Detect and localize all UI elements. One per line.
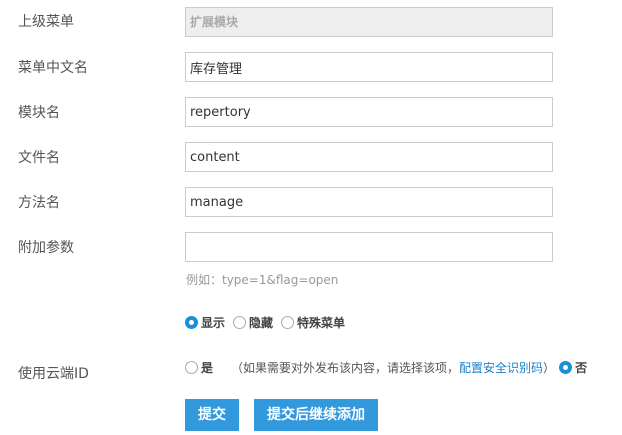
- method-name-label: 方法名: [18, 195, 60, 211]
- extra-params-input[interactable]: [185, 232, 553, 262]
- extra-params-hint: 例如：type=1&flag=open: [186, 273, 339, 287]
- radio-cloud-no-label: 否: [575, 361, 588, 375]
- module-name-input[interactable]: [185, 97, 553, 127]
- radio-hide[interactable]: 隐藏: [233, 314, 273, 331]
- radio-special-menu[interactable]: 特殊菜单: [281, 314, 345, 331]
- cloud-id-label: 使用云端ID: [18, 366, 89, 382]
- cloud-id-note-prefix: （如果需要对外发布该内容，请选择该项，: [231, 361, 460, 375]
- radio-show[interactable]: 显示: [185, 314, 225, 331]
- parent-menu-label: 上级菜单: [18, 14, 74, 30]
- radio-show-label: 显示: [201, 316, 226, 330]
- radio-cloud-yes-dot[interactable]: [185, 361, 198, 374]
- radio-hide-label: 隐藏: [249, 316, 274, 330]
- submit-continue-button[interactable]: 提交后继续添加: [254, 399, 378, 431]
- radio-hide-dot[interactable]: [233, 316, 247, 329]
- menu-name-label: 菜单中文名: [18, 60, 88, 76]
- radio-show-dot[interactable]: [185, 316, 198, 329]
- radio-cloud-yes[interactable]: 是: [185, 359, 213, 376]
- extra-params-label: 附加参数: [18, 240, 74, 256]
- radio-cloud-yes-label: 是: [201, 361, 214, 375]
- file-name-input[interactable]: [185, 142, 553, 172]
- file-name-label: 文件名: [18, 150, 60, 166]
- cloud-id-note-suffix: ）: [543, 361, 556, 375]
- method-name-input[interactable]: [185, 187, 553, 217]
- radio-special-menu-dot[interactable]: [281, 316, 295, 329]
- radio-cloud-no-dot[interactable]: [559, 361, 573, 374]
- cloud-id-radio-group: 是 （如果需要对外发布该内容，请选择该项，配置安全识别码） 否: [185, 359, 587, 376]
- display-radio-group: 显示 隐藏 特殊菜单: [185, 314, 353, 331]
- radio-cloud-no[interactable]: 否: [559, 359, 587, 376]
- submit-button[interactable]: 提交: [185, 399, 239, 431]
- parent-menu-field: 扩展模块: [185, 7, 553, 37]
- radio-special-menu-label: 特殊菜单: [297, 316, 346, 330]
- menu-name-input[interactable]: [185, 52, 553, 82]
- cloud-id-note: （如果需要对外发布该内容，请选择该项，配置安全识别码）: [231, 359, 555, 376]
- security-code-link[interactable]: 配置安全识别码: [459, 361, 543, 375]
- module-name-label: 模块名: [18, 105, 60, 121]
